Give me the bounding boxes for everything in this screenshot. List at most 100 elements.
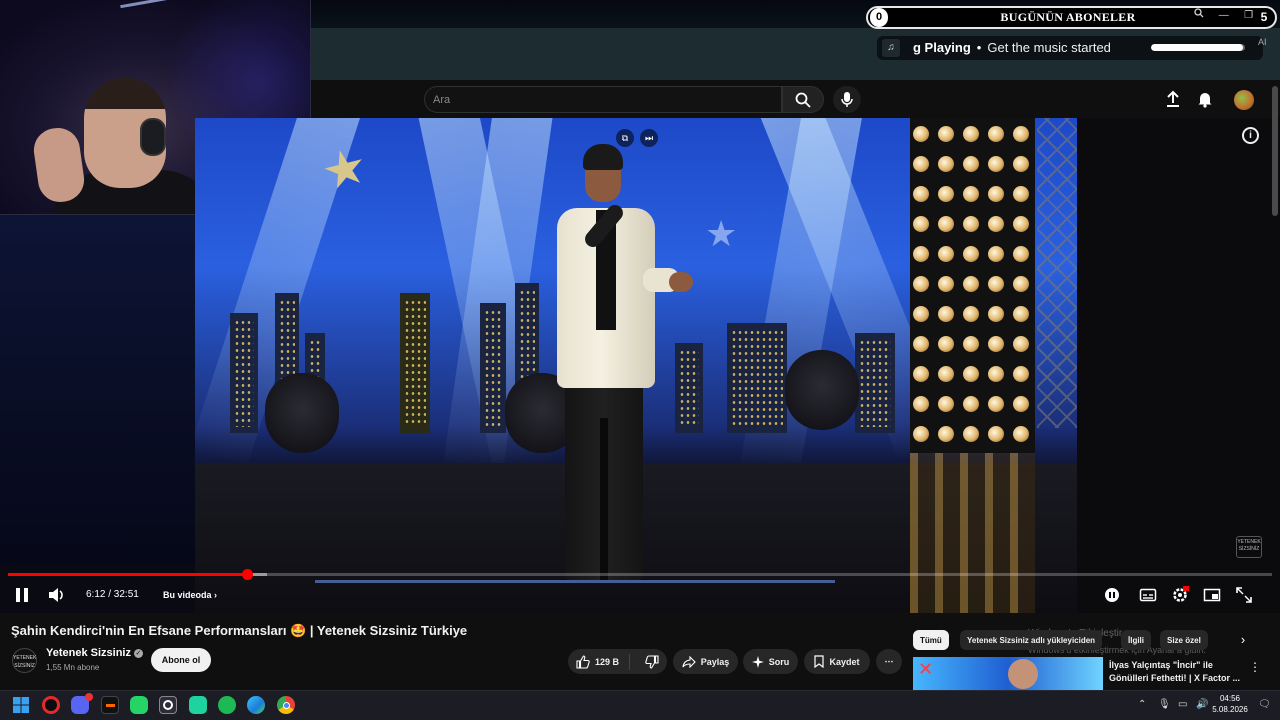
progress-scrubber[interactable] <box>241 569 253 580</box>
chapter-button[interactable]: Bu videoda › <box>163 590 217 600</box>
save-label: Kaydet <box>829 656 860 667</box>
stage-light-line <box>315 580 835 583</box>
share-button[interactable]: Paylaş <box>673 649 738 674</box>
thumbs-up-icon <box>576 654 590 669</box>
thumbs-down-icon <box>645 654 659 669</box>
stage-bulb <box>1013 366 1029 382</box>
city-building <box>400 293 430 433</box>
stage-bulb <box>963 246 979 262</box>
opera-gx-icon[interactable] <box>42 696 60 714</box>
upload-icon[interactable] <box>1164 90 1182 108</box>
stage-bulb <box>988 156 1004 172</box>
like-button[interactable]: 129 B <box>576 653 631 670</box>
voice-search-button[interactable] <box>833 86 861 113</box>
stage-bulb <box>938 276 954 292</box>
now-playing-progress <box>1151 44 1245 51</box>
more-horizontal-icon: ⋯ <box>884 656 894 666</box>
discord-icon[interactable] <box>71 693 93 714</box>
edge-icon[interactable] <box>247 696 265 714</box>
stage-bulb <box>913 276 929 292</box>
city-building <box>675 343 703 433</box>
progress-played <box>8 573 247 576</box>
singer-hair <box>583 144 623 170</box>
stage-bulb <box>938 246 954 262</box>
chip-related[interactable]: İlgili <box>1121 630 1151 650</box>
microphone-icon <box>841 92 853 107</box>
miniplayer-icon[interactable]: ⧉ <box>616 129 634 147</box>
whatsapp-icon[interactable] <box>130 696 148 714</box>
video-progress-bar[interactable] <box>8 569 1272 580</box>
fullscreen-icon[interactable] <box>1235 586 1253 604</box>
channel-avatar[interactable]: YETENEK SİZSİNİZ <box>12 648 37 673</box>
minimize-icon[interactable]: — <box>1213 10 1235 21</box>
notification-center-icon[interactable]: 🗨 <box>1258 699 1271 710</box>
stage-bulb <box>938 186 954 202</box>
obs-icon[interactable] <box>159 696 177 714</box>
skip-icon[interactable]: ⏭ <box>640 129 658 147</box>
app-icon[interactable] <box>189 696 207 714</box>
recommended-thumbnail[interactable]: ✕ <box>913 657 1103 690</box>
stage-speaker <box>785 350 859 430</box>
channel-watermark[interactable]: YETENEK SİZSİNİZ <box>1236 536 1262 558</box>
microphone-tray-icon[interactable]: 🎙 <box>1158 699 1171 710</box>
stage-truss <box>1037 118 1077 428</box>
volume-icon[interactable] <box>48 587 66 603</box>
stage-bulb <box>963 156 979 172</box>
left-background <box>0 215 195 565</box>
stage-bulb <box>913 336 929 352</box>
autoplay-toggle-icon[interactable] <box>1103 586 1121 604</box>
search-input[interactable] <box>433 91 763 109</box>
windows-start-icon[interactable] <box>12 696 30 714</box>
clock-time: 04:56 <box>1219 694 1241 703</box>
restore-icon[interactable]: ❐ <box>1238 10 1260 21</box>
speaker-tray-icon[interactable]: 🔊 <box>1196 699 1208 710</box>
stage-bulb <box>988 306 1004 322</box>
stage-speaker <box>265 373 339 453</box>
recommended-title[interactable]: İlyas Yalçıntaş "İncir" ile Gönülleri Fe… <box>1109 659 1241 685</box>
stage-bulb <box>938 336 954 352</box>
stage-bulb <box>988 216 1004 232</box>
save-button[interactable]: Kaydet <box>804 649 870 674</box>
chip-for-you[interactable]: Size özel <box>1160 630 1208 650</box>
chevron-right-icon[interactable]: › <box>1234 631 1252 649</box>
chrome-icon[interactable] <box>277 696 295 714</box>
chip-all[interactable]: Tümü <box>913 630 949 650</box>
star-decoration: ★ <box>705 213 738 254</box>
account-avatar[interactable] <box>1234 90 1254 110</box>
channel-name-row[interactable]: Yetenek Sizsiniz ✓ <box>46 647 143 659</box>
pause-icon[interactable] <box>14 587 30 603</box>
more-actions-button[interactable]: ⋯ <box>876 649 902 674</box>
chip-from-uploader[interactable]: Yetenek Sizsiniz adlı yükleyiciden <box>960 630 1103 650</box>
streamlabs-icon[interactable] <box>101 696 119 714</box>
miniplayer-icon[interactable] <box>1203 586 1221 604</box>
video-frame[interactable]: ★ ★ <box>195 118 1077 613</box>
more-vertical-icon[interactable]: ⋮ <box>1249 660 1261 676</box>
light-reflection <box>910 453 1035 613</box>
tray-expand-icon[interactable]: ⌃ <box>1138 699 1146 710</box>
stage-bulb <box>988 246 1004 262</box>
page-scrollbar[interactable] <box>1272 86 1278 216</box>
info-icon[interactable]: i <box>1242 127 1259 144</box>
video-title: Şahin Kendirci'nin En Efsane Performansl… <box>11 623 468 638</box>
settings-gear-icon[interactable] <box>1171 586 1189 604</box>
obs-mark <box>163 700 173 710</box>
spotify-icon[interactable] <box>218 696 236 714</box>
taskbar-clock[interactable]: 04:56 5.08.2026 <box>1210 693 1250 715</box>
channel-name[interactable]: Yetenek Sizsiniz <box>46 647 131 659</box>
stage-bulb <box>913 306 929 322</box>
stage-bulb <box>913 186 929 202</box>
stage-bulb <box>988 126 1004 142</box>
dislike-button[interactable] <box>635 654 659 669</box>
stage-bulb <box>1013 186 1029 202</box>
search-icon[interactable] <box>1188 8 1210 21</box>
ask-button[interactable]: Soru <box>743 649 798 674</box>
subtitles-icon[interactable] <box>1139 586 1157 604</box>
subscribe-button[interactable]: Abone ol <box>151 648 211 672</box>
notification-bell-icon[interactable] <box>1196 90 1214 108</box>
search-button[interactable] <box>782 86 824 113</box>
clock-date: 5.08.2026 <box>1212 705 1248 714</box>
stage-bulb <box>963 366 979 382</box>
singer-hand <box>669 272 693 292</box>
stage-bulb <box>988 396 1004 412</box>
network-icon[interactable]: ▭ <box>1178 699 1187 710</box>
